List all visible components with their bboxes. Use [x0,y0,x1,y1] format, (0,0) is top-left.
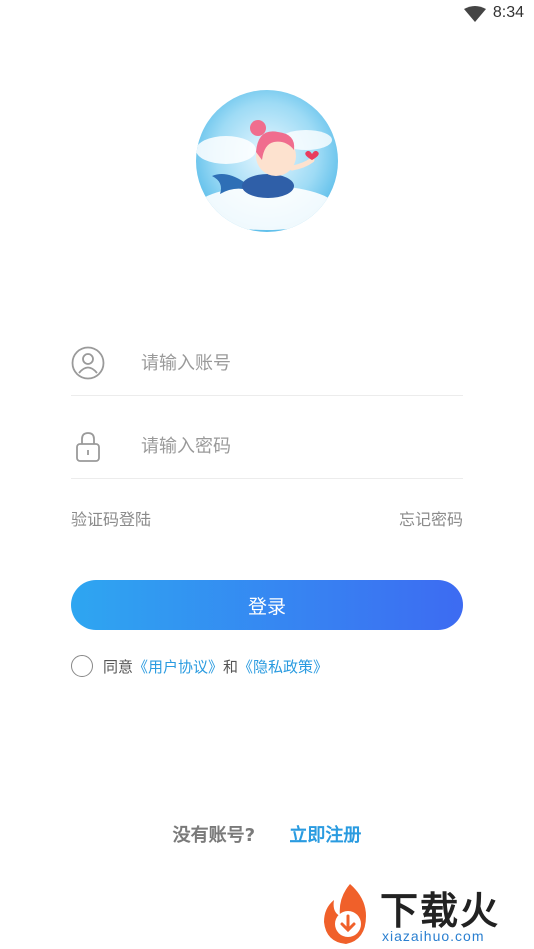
username-input[interactable] [141,348,441,378]
user-agreement-link[interactable]: 《用户协议》 [133,656,223,677]
watermark: 下载火 xiazaihuo.com [316,880,534,949]
register-link[interactable]: 立即注册 [289,825,361,846]
register-row: 没有账号? 立即注册 [0,821,534,847]
password-field [71,421,463,479]
watermark-title: 下载火 [380,889,501,933]
sms-login-link[interactable]: 验证码登陆 [71,506,151,530]
mermaid-avatar-image [196,90,338,232]
agreement-and: 和 [223,657,239,676]
agreement-checkbox[interactable] [71,655,93,677]
forgot-password-link[interactable]: 忘记密码 [399,506,463,530]
no-account-text: 没有账号? [172,825,256,846]
flame-logo-icon [324,884,366,944]
agreement-prefix: 同意 [103,657,134,676]
login-button[interactable]: 登录 [71,580,463,630]
wifi-icon [464,6,486,22]
status-time: 8:34 [492,4,524,21]
username-field [71,338,463,396]
watermark-url: xiazaihuo.com [382,928,485,944]
auth-links: 验证码登陆 忘记密码 [71,506,463,530]
privacy-policy-link[interactable]: 《隐私政策》 [238,656,328,677]
password-input[interactable] [141,431,441,461]
lock-icon [76,432,100,462]
agreement-row: 同意 《用户协议》 和 《隐私政策》 [71,654,328,678]
status-bar: 8:34 [0,0,534,30]
user-icon [71,346,105,380]
avatar [196,90,338,232]
